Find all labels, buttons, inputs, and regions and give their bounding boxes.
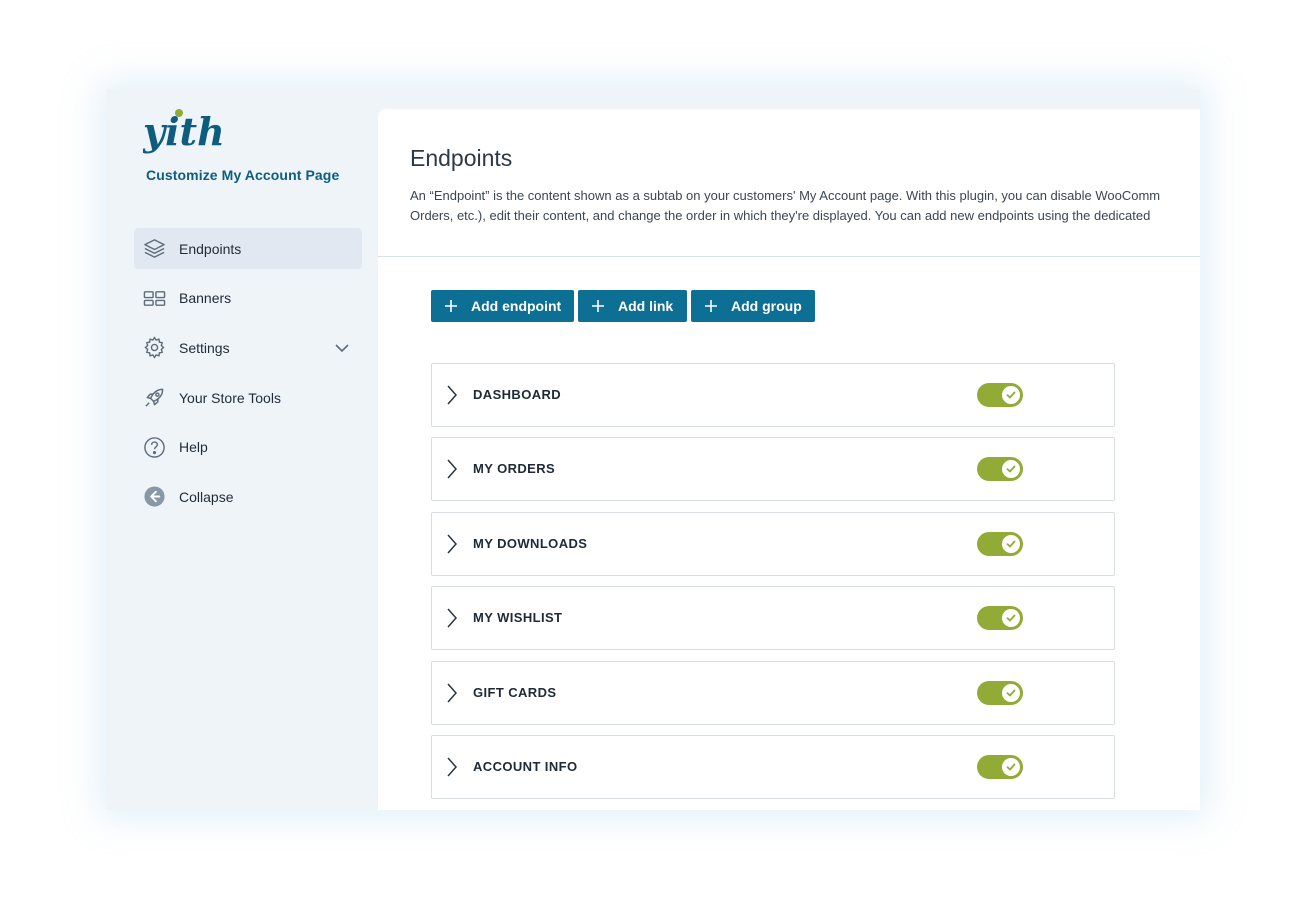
- sidebar-nav: Endpoints Banners Settings Your Store To…: [134, 228, 362, 526]
- svg-text:yith: yith: [143, 109, 223, 154]
- layers-icon: [144, 239, 165, 258]
- sidebar-item-store-tools[interactable]: Your Store Tools: [134, 377, 362, 418]
- button-label: Add link: [618, 298, 674, 314]
- rocket-icon: [145, 388, 164, 407]
- endpoint-label: MY ORDERS: [473, 461, 556, 476]
- yith-logo: yith: [143, 109, 223, 154]
- endpoint-label: GIFT CARDS: [473, 685, 557, 700]
- page-description-line: Orders, etc.), edit their content, and c…: [410, 208, 1151, 223]
- sidebar-item-label: Your Store Tools: [179, 389, 281, 406]
- sidebar-item-label: Help: [179, 439, 208, 456]
- endpoint-toggle[interactable]: [977, 532, 1023, 556]
- chevron-right-icon[interactable]: [445, 607, 459, 629]
- sidebar-item-help[interactable]: Help: [134, 427, 362, 468]
- chevron-right-icon[interactable]: [445, 458, 459, 480]
- sidebar-item-banners[interactable]: Banners: [134, 278, 362, 319]
- sidebar-item-collapse[interactable]: Collapse: [134, 476, 362, 517]
- endpoint-label: DASHBOARD: [473, 387, 562, 402]
- help-icon: [144, 436, 165, 458]
- plus-icon: [445, 300, 457, 312]
- endpoint-row-gift-cards[interactable]: GIFT CARDS: [431, 661, 1115, 725]
- endpoint-row-dashboard[interactable]: DASHBOARD: [431, 363, 1115, 427]
- chevron-right-icon[interactable]: [445, 682, 459, 704]
- chevron-right-icon[interactable]: [445, 756, 459, 778]
- add-group-button[interactable]: Add group: [691, 290, 815, 322]
- plus-icon: [592, 300, 604, 312]
- banners-icon: [143, 290, 166, 306]
- chevron-down-icon[interactable]: [334, 340, 350, 356]
- endpoint-row-my-orders[interactable]: MY ORDERS: [431, 437, 1115, 501]
- check-icon: [1006, 540, 1016, 548]
- endpoint-toggle[interactable]: [977, 383, 1023, 407]
- sidebar-item-settings[interactable]: Settings: [134, 327, 362, 368]
- check-icon: [1006, 465, 1016, 473]
- sidebar-item-label: Collapse: [179, 488, 234, 505]
- endpoint-label: MY DOWNLOADS: [473, 536, 588, 551]
- plus-icon: [705, 300, 717, 312]
- endpoint-toggle[interactable]: [977, 606, 1023, 630]
- gear-icon: [144, 337, 165, 359]
- endpoint-row-account-info[interactable]: ACCOUNT INFO: [431, 735, 1115, 799]
- collapse-icon: [144, 486, 165, 507]
- button-label: Add group: [731, 298, 802, 314]
- sidebar-item-label: Settings: [179, 339, 230, 356]
- check-icon: [1006, 614, 1016, 622]
- endpoint-label: MY WISHLIST: [473, 610, 563, 625]
- endpoint-row-my-downloads[interactable]: MY DOWNLOADS: [431, 512, 1115, 576]
- button-label: Add endpoint: [471, 298, 562, 314]
- page-description: An “Endpoint” is the content shown as a …: [410, 186, 1200, 226]
- check-icon: [1006, 391, 1016, 399]
- page-description-line: An “Endpoint” is the content shown as a …: [410, 188, 1161, 203]
- check-icon: [1006, 763, 1016, 771]
- check-icon: [1006, 689, 1016, 697]
- endpoint-label: ACCOUNT INFO: [473, 759, 578, 774]
- endpoint-toggle[interactable]: [977, 755, 1023, 779]
- endpoint-toggle[interactable]: [977, 681, 1023, 705]
- endpoint-toggle[interactable]: [977, 457, 1023, 481]
- main-panel: Endpoints An “Endpoint” is the content s…: [378, 109, 1200, 810]
- page-title: Endpoints: [410, 145, 513, 171]
- chevron-right-icon[interactable]: [445, 384, 459, 406]
- sidebar-item-endpoints[interactable]: Endpoints: [134, 228, 362, 269]
- add-link-button[interactable]: Add link: [578, 290, 687, 322]
- app-window: yith Customize My Account Page Endpoints…: [107, 89, 1200, 810]
- sidebar-item-label: Banners: [179, 290, 232, 307]
- chevron-right-icon[interactable]: [445, 533, 459, 555]
- endpoint-row-my-wishlist[interactable]: MY WISHLIST: [431, 586, 1115, 650]
- sidebar-item-label: Endpoints: [179, 240, 242, 257]
- add-endpoint-button[interactable]: Add endpoint: [431, 290, 574, 322]
- app-title: Customize My Account Page: [146, 167, 340, 183]
- divider: [378, 256, 1200, 257]
